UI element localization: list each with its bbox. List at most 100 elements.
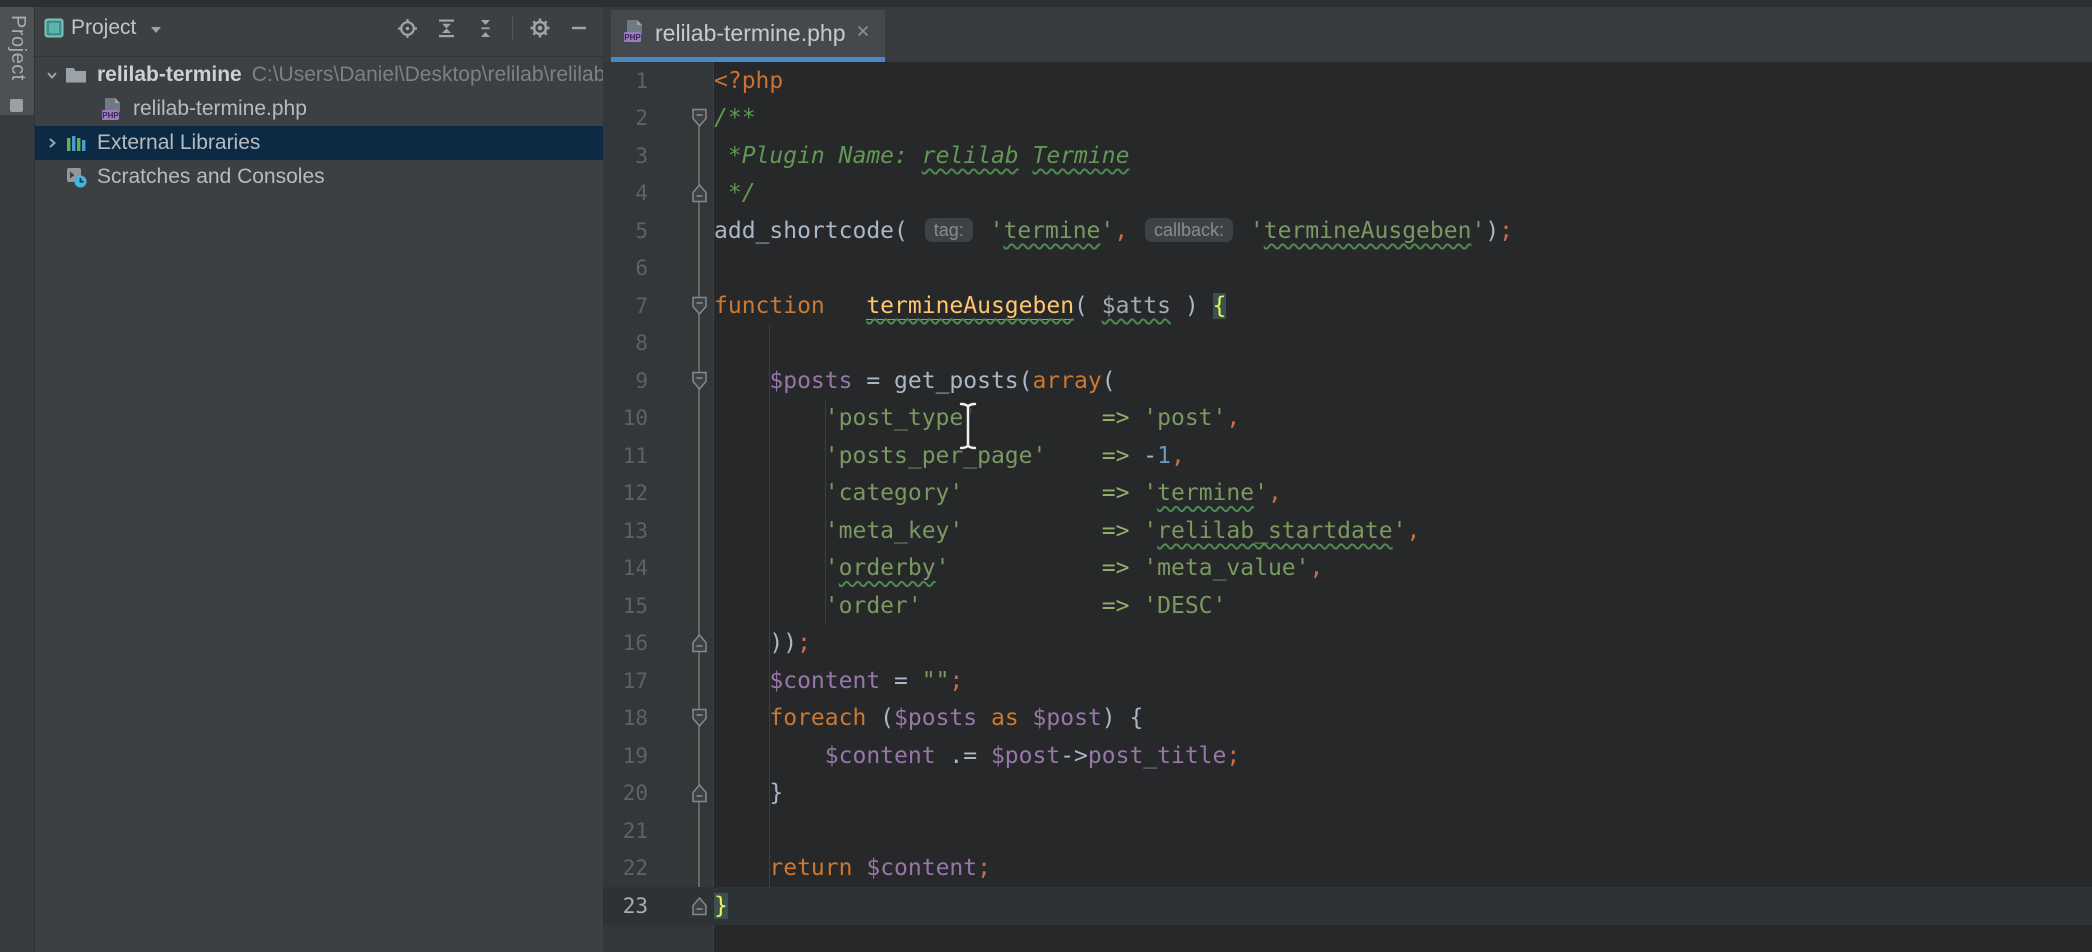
fold-marker[interactable] — [648, 371, 713, 391]
code-token[interactable]: 1 — [1157, 443, 1171, 469]
expand-all-icon[interactable] — [434, 16, 458, 40]
code-text[interactable]: 'category' => 'termine', — [713, 480, 1282, 506]
code-token[interactable]: ' — [1100, 218, 1114, 244]
code-text[interactable]: *Plugin Name: relilab Termine — [713, 143, 1129, 169]
code-token[interactable]: tag: — [925, 218, 973, 242]
code-token[interactable]: 'post' — [1143, 405, 1226, 431]
code-token[interactable]: termineAusgeben — [866, 293, 1074, 320]
code-token[interactable] — [714, 705, 769, 731]
code-token[interactable] — [714, 480, 825, 506]
code-token[interactable]: 'post_type' — [825, 405, 977, 431]
code-line-14[interactable]: 14 'orderby' => 'meta_value', — [603, 550, 2092, 588]
code-token[interactable] — [714, 518, 825, 544]
close-icon[interactable] — [855, 23, 871, 44]
code-token[interactable]: <?php — [714, 68, 783, 94]
code-token[interactable]: $post — [1033, 705, 1102, 731]
code-token[interactable]: ; — [1226, 743, 1240, 769]
code-token[interactable] — [976, 218, 990, 244]
code-line-10[interactable]: 10 'post_type' => 'post', — [603, 400, 2092, 438]
code-token[interactable] — [1019, 705, 1033, 731]
code-token[interactable] — [963, 480, 1101, 506]
code-line-23[interactable]: 23} — [603, 887, 2092, 925]
code-token[interactable]: , — [1406, 518, 1420, 544]
code-token[interactable]: ' — [936, 555, 950, 581]
code-token[interactable]: $posts — [769, 368, 852, 394]
code-token[interactable]: , — [1171, 443, 1185, 469]
code-line-22[interactable]: 22 return $content; — [603, 850, 2092, 888]
code-text[interactable]: )); — [713, 630, 811, 656]
settings-gear-icon[interactable] — [528, 16, 552, 40]
locate-file-icon[interactable] — [395, 16, 419, 40]
code-token[interactable]: ( — [1074, 293, 1102, 319]
code-token[interactable]: $post — [991, 743, 1060, 769]
code-token[interactable]: ) — [1485, 218, 1499, 244]
code-text[interactable]: 'order' => 'DESC' — [713, 593, 1226, 619]
code-token[interactable] — [949, 555, 1101, 581]
code-token[interactable]: 'DESC' — [1143, 593, 1226, 619]
collapse-all-icon[interactable] — [473, 16, 497, 40]
code-token[interactable]: { — [1213, 293, 1227, 319]
chevron-down-icon[interactable] — [39, 67, 65, 83]
code-token[interactable]: = get_posts( — [852, 368, 1032, 394]
code-token[interactable]: => — [1102, 480, 1130, 506]
code-token[interactable]: } — [714, 893, 728, 919]
code-token[interactable] — [714, 593, 825, 619]
code-text[interactable]: } — [713, 780, 783, 806]
code-token[interactable]: ; — [1499, 218, 1513, 244]
code-text[interactable]: return $content; — [713, 855, 991, 881]
code-text[interactable]: add_shortcode( tag: 'termine', callback:… — [713, 218, 1513, 244]
code-token[interactable] — [714, 368, 769, 394]
code-token[interactable]: ; — [949, 668, 963, 694]
fold-marker[interactable] — [648, 296, 713, 316]
code-token[interactable] — [1129, 480, 1143, 506]
code-line-7[interactable]: 7function termineAusgeben( $atts ) { — [603, 287, 2092, 325]
code-token[interactable]: 'category' — [825, 480, 963, 506]
code-token[interactable]: array — [1033, 368, 1102, 394]
code-token[interactable]: , — [1268, 480, 1282, 506]
code-token[interactable]: as — [991, 705, 1019, 731]
code-token[interactable]: termine — [1157, 480, 1254, 506]
code-token[interactable]: => — [1102, 593, 1130, 619]
code-text[interactable]: 'meta_key' => 'relilab_startdate', — [713, 518, 1420, 544]
code-token[interactable]: */ — [714, 180, 756, 206]
code-token[interactable] — [1046, 443, 1101, 469]
code-token[interactable]: callback: — [1145, 218, 1233, 242]
fold-marker[interactable] — [648, 633, 713, 653]
code-token[interactable] — [714, 555, 825, 581]
tree-item-scratches-and-consoles[interactable]: Scratches and Consoles — [35, 160, 603, 194]
code-token[interactable] — [922, 593, 1102, 619]
code-token[interactable] — [714, 855, 769, 881]
code-token[interactable]: $atts — [1102, 293, 1171, 319]
code-text[interactable]: $posts = get_posts(array( — [713, 368, 1116, 394]
code-token[interactable]: , — [1310, 555, 1324, 581]
code-token[interactable] — [1129, 593, 1143, 619]
code-token[interactable]: relilab_startdate — [1157, 518, 1392, 544]
code-token[interactable] — [977, 705, 991, 731]
code-token[interactable]: ( — [866, 705, 894, 731]
code-token[interactable]: } — [714, 780, 783, 806]
code-token[interactable] — [714, 405, 825, 431]
code-token[interactable]: 'posts_per_page' — [825, 443, 1047, 469]
code-token[interactable] — [714, 668, 769, 694]
code-token[interactable]: ' — [1471, 218, 1485, 244]
code-line-4[interactable]: 4 */ — [603, 175, 2092, 213]
tree-item-relilab-termine-php[interactable]: PHPrelilab-termine.php — [35, 92, 603, 126]
code-line-15[interactable]: 15 'order' => 'DESC' — [603, 587, 2092, 625]
code-token[interactable]: ' — [1250, 218, 1264, 244]
tree-item-external-libraries[interactable]: External Libraries — [35, 126, 603, 160]
code-text[interactable]: $content .= $post->post_title; — [713, 743, 1240, 769]
code-token[interactable]: ; — [797, 630, 811, 656]
chevron-down-icon[interactable] — [149, 23, 163, 41]
code-token[interactable]: 'meta_key' — [825, 518, 963, 544]
code-token[interactable]: $content — [866, 855, 977, 881]
code-token[interactable] — [852, 855, 866, 881]
code-token[interactable]: termineAusgeben — [1264, 218, 1472, 244]
code-token[interactable]: , — [1114, 218, 1128, 244]
code-token[interactable]: ' — [1393, 518, 1407, 544]
code-token[interactable]: termine — [1003, 218, 1100, 244]
tree-item-relilab-termine[interactable]: relilab-termineC:\Users\Daniel\Desktop\r… — [35, 58, 603, 92]
code-line-19[interactable]: 19 $content .= $post->post_title; — [603, 737, 2092, 775]
code-token[interactable] — [714, 743, 825, 769]
code-token[interactable]: ( — [1102, 368, 1116, 394]
code-token[interactable]: ; — [977, 855, 991, 881]
